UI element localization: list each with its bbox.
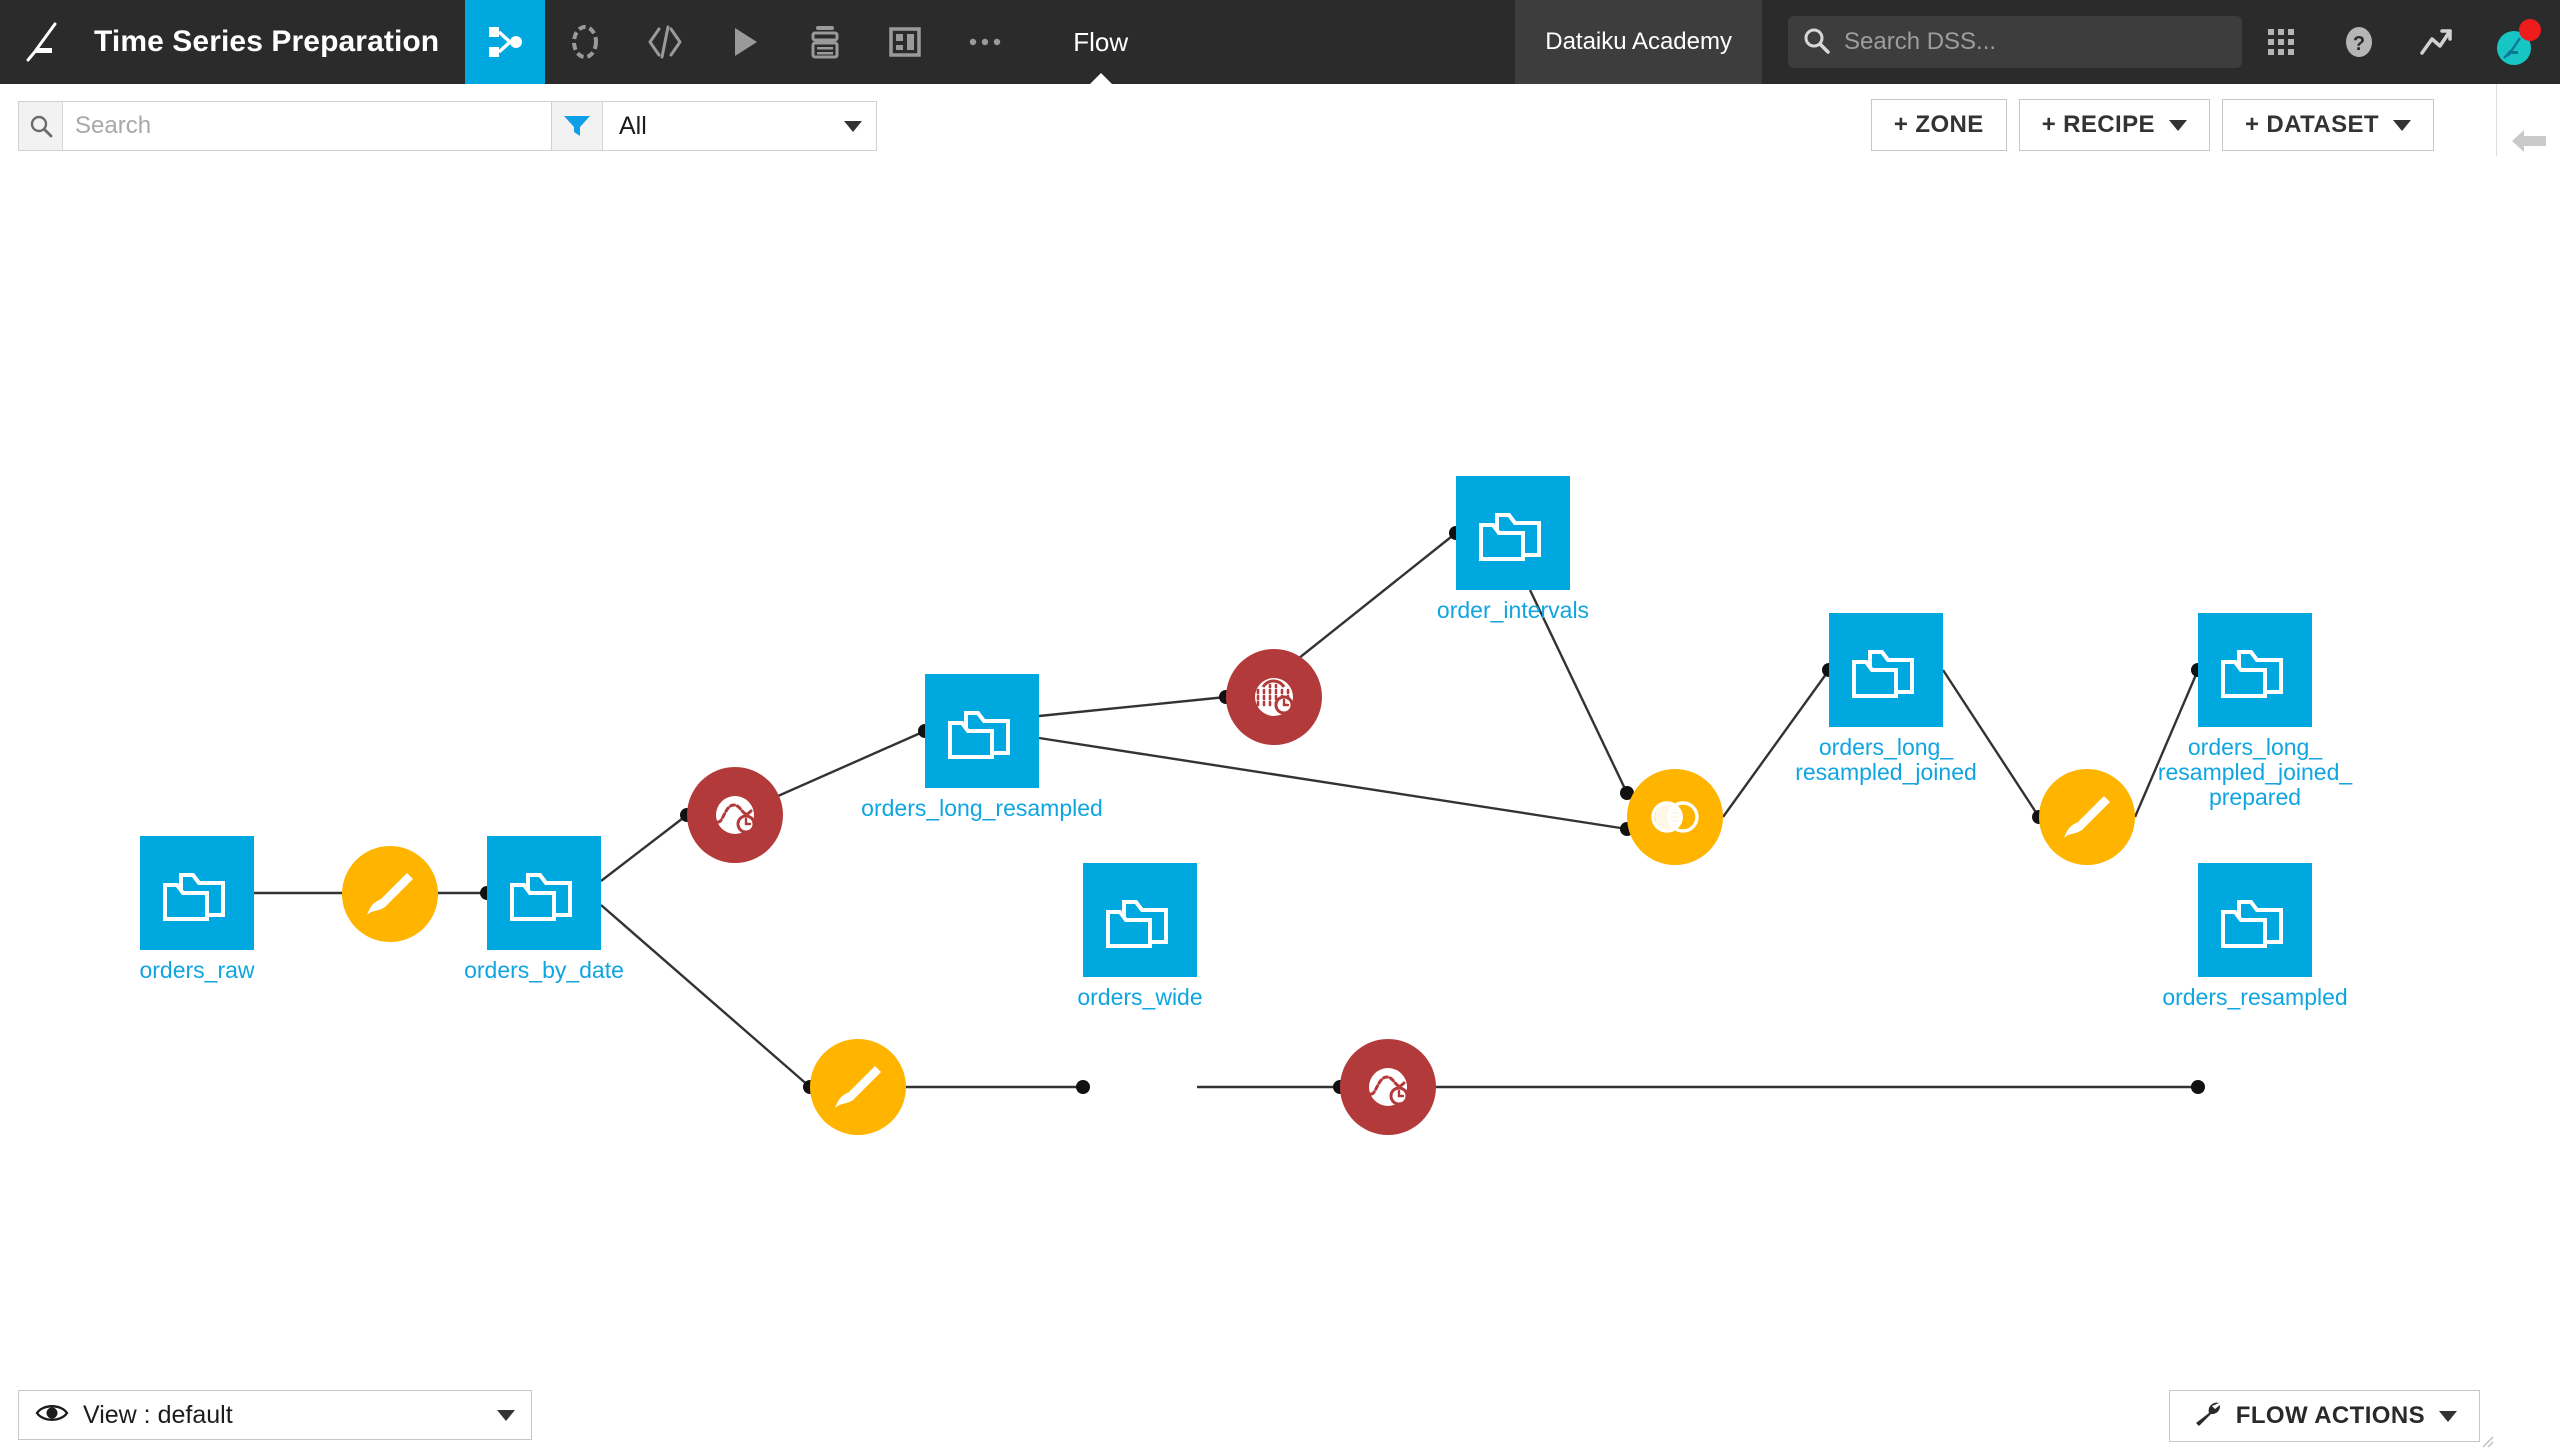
add-recipe-button[interactable]: + RECIPE	[2019, 99, 2210, 151]
dataset-node-order_intervals[interactable]: order_intervals	[1456, 476, 1570, 590]
svg-text:?: ?	[2353, 33, 2365, 55]
broom-prepare-icon	[810, 1039, 906, 1135]
flow-filter-group[interactable]: All	[551, 101, 877, 151]
flow-canvas[interactable]: orders_raw orders_by_date orders_long_re…	[0, 156, 2497, 1452]
right-panel-strip	[2496, 84, 2560, 1452]
nav-automation-icon[interactable]	[785, 0, 865, 84]
broom-prepare-icon	[2039, 769, 2135, 865]
dataset-folder-icon	[1083, 863, 1197, 977]
join-venn-icon	[1627, 769, 1723, 865]
arrow-left-icon[interactable]	[2497, 110, 2560, 172]
nav-jobs-play-icon[interactable]	[705, 0, 785, 84]
section-label-flow[interactable]: Flow	[1049, 0, 1152, 84]
dss-search-placeholder: Search DSS...	[1844, 28, 1996, 56]
dataset-node-orders_resampled[interactable]: orders_resampled	[2198, 863, 2312, 977]
nav-more-ellipsis-icon[interactable]	[945, 0, 1025, 84]
add-recipe-label: + RECIPE	[2042, 111, 2155, 139]
dss-search-box[interactable]: Search DSS...	[1788, 16, 2242, 68]
filter-funnel-icon	[552, 102, 603, 150]
chevron-down-icon	[2439, 1411, 2457, 1422]
dataset-folder-icon	[2198, 863, 2312, 977]
top-navigation-bar: Time Series Preparation	[0, 0, 2560, 84]
recipe-node-prepare-3[interactable]	[810, 1039, 906, 1135]
dataset-node-orders_long_resampled[interactable]: orders_long_resampled	[925, 674, 1039, 788]
help-question-icon[interactable]: ?	[2320, 0, 2398, 84]
nav-dashboard-icon[interactable]	[865, 0, 945, 84]
resample-clock-icon	[1340, 1039, 1436, 1135]
chevron-down-icon	[2169, 120, 2187, 131]
chevron-down-icon	[844, 121, 862, 132]
flow-filter-select[interactable]: All	[603, 102, 876, 150]
dataset-label: orders_long_ resampled_joined_ prepared	[2158, 735, 2352, 810]
apps-grid-icon[interactable]	[2242, 0, 2320, 84]
academy-link[interactable]: Dataiku Academy	[1515, 0, 1762, 84]
recipe-node-prepare-2[interactable]	[2039, 769, 2135, 865]
dataset-label: orders_by_date	[464, 958, 624, 983]
dataset-label: orders_long_ resampled_joined	[1795, 735, 1977, 785]
dataset-label: order_intervals	[1437, 598, 1589, 623]
monitoring-trend-icon[interactable]	[2398, 0, 2476, 84]
active-section-caret	[1090, 73, 1112, 84]
add-dataset-label: + DATASET	[2245, 111, 2379, 139]
chevron-down-icon	[497, 1410, 515, 1421]
resize-grip-icon[interactable]	[2478, 1432, 2494, 1448]
recipe-node-interval-extraction-1[interactable]	[1226, 649, 1322, 745]
add-zone-label: + ZONE	[1894, 111, 1984, 139]
dataset-folder-icon	[487, 836, 601, 950]
flow-search-input[interactable]	[63, 102, 569, 150]
flow-actions-label: FLOW ACTIONS	[2236, 1402, 2425, 1430]
search-icon	[19, 102, 63, 150]
dataset-label: orders_raw	[139, 958, 254, 983]
user-avatar[interactable]	[2476, 0, 2560, 84]
dataiku-bird-logo[interactable]	[0, 0, 84, 84]
broom-prepare-icon	[342, 846, 438, 942]
dataset-label: orders_long_resampled	[861, 796, 1103, 821]
project-title[interactable]: Time Series Preparation	[84, 0, 465, 84]
section-label-text: Flow	[1073, 27, 1128, 58]
flow-search-group[interactable]	[18, 101, 570, 151]
dataset-node-orders_long_resampled_joined_prepared[interactable]: orders_long_ resampled_joined_ prepared	[2198, 613, 2312, 727]
dataset-label: orders_resampled	[2162, 985, 2347, 1010]
recipe-node-join-1[interactable]	[1627, 769, 1723, 865]
dataset-node-orders_by_date[interactable]: orders_by_date	[487, 836, 601, 950]
dataset-folder-icon	[1456, 476, 1570, 590]
dataset-node-orders_long_resampled_joined[interactable]: orders_long_ resampled_joined	[1829, 613, 1943, 727]
add-dataset-button[interactable]: + DATASET	[2222, 99, 2434, 151]
recipe-node-resample-1[interactable]	[687, 767, 783, 863]
dataset-folder-icon	[925, 674, 1039, 788]
toolbar-right-buttons: + ZONE + RECIPE + DATASET	[1871, 99, 2434, 151]
flow-filter-value: All	[619, 112, 647, 141]
dataset-folder-icon	[1829, 613, 1943, 727]
add-zone-button[interactable]: + ZONE	[1871, 99, 2007, 151]
nav-lab-icon[interactable]	[545, 0, 625, 84]
interval-extract-icon	[1226, 649, 1322, 745]
flow-actions-button[interactable]: FLOW ACTIONS	[2169, 1390, 2480, 1442]
dataset-node-orders_raw[interactable]: orders_raw	[140, 836, 254, 950]
dataset-folder-icon	[140, 836, 254, 950]
nav-code-icon[interactable]	[625, 0, 705, 84]
nav-flow-icon[interactable]	[465, 0, 545, 84]
nav-spacer	[1152, 0, 1515, 84]
dataset-label: orders_wide	[1077, 985, 1202, 1010]
dataset-folder-icon	[2198, 613, 2312, 727]
dataset-node-orders_wide[interactable]: orders_wide	[1083, 863, 1197, 977]
search-icon	[1802, 26, 1830, 59]
view-selector-button[interactable]: View : default	[18, 1390, 532, 1440]
resample-clock-icon	[687, 767, 783, 863]
view-selector-label: View : default	[83, 1401, 497, 1430]
recipe-node-prepare-1[interactable]	[342, 846, 438, 942]
eye-icon	[35, 1402, 69, 1429]
chevron-down-icon	[2393, 120, 2411, 131]
wrench-icon	[2192, 1399, 2222, 1434]
flow-toolbar: All 7 recipes 8 datasets + ZONE + RECIPE…	[0, 84, 2497, 156]
recipe-node-resample-2[interactable]	[1340, 1039, 1436, 1135]
